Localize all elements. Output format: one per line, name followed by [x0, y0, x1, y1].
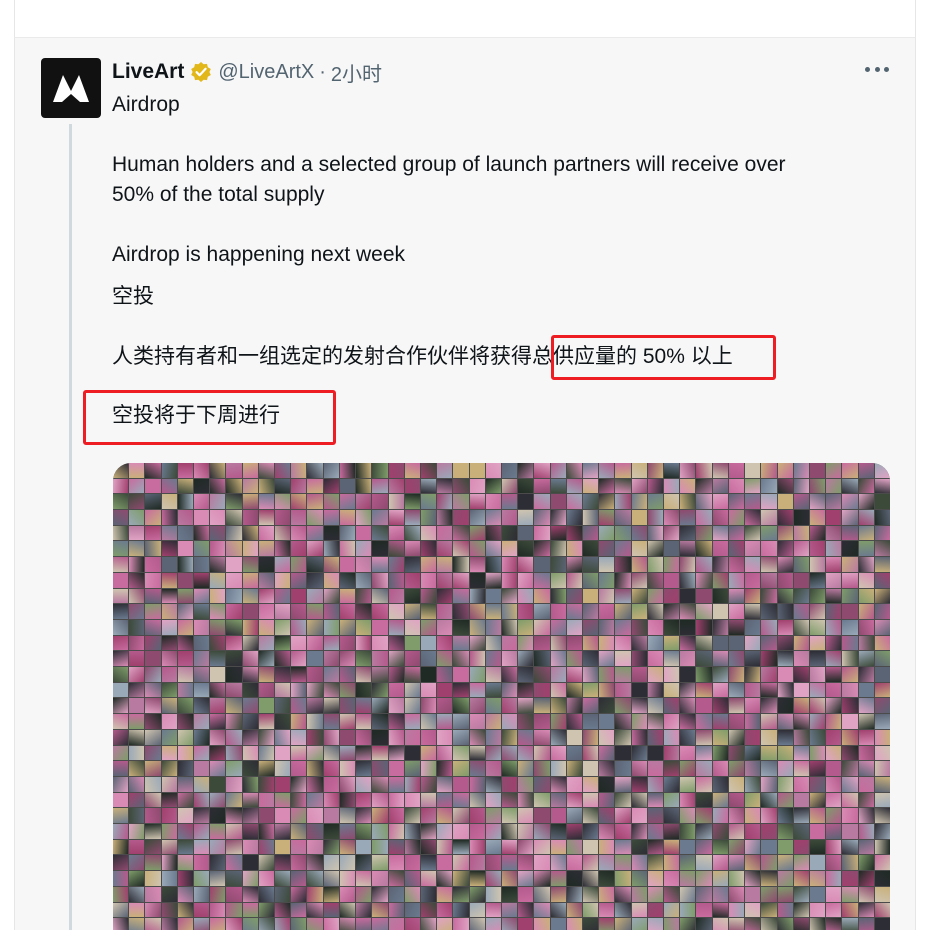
highlight-box-next-week	[83, 390, 336, 445]
more-options-icon[interactable]	[865, 64, 889, 74]
tweet-time[interactable]: 2小时	[331, 58, 382, 87]
nft-mosaic-image	[113, 463, 890, 930]
tweet-title: Airdrop	[112, 93, 180, 116]
tweet-header: LiveArt @LiveArtX · 2小时	[112, 58, 382, 86]
highlight-box-supply	[551, 335, 776, 380]
liveart-logo-icon	[53, 75, 89, 102]
tweet-card[interactable]: LiveArt @LiveArtX · 2小时 Airdrop Human ho…	[14, 38, 916, 930]
page: LiveArt @LiveArtX · 2小时 Airdrop Human ho…	[0, 0, 928, 930]
thread-line	[69, 124, 72, 930]
previous-tweet-edge	[14, 0, 916, 38]
tweet-line-en-3: Airdrop is happening next week	[112, 243, 406, 266]
tweet-line-en-1: Human holders and a selected group of la…	[112, 153, 786, 176]
tweet-line-en-2: 50% of the total supply	[112, 183, 325, 206]
tweet-media-image[interactable]	[113, 463, 890, 930]
user-handle[interactable]: @LiveArtX	[218, 61, 314, 84]
separator-dot: ·	[319, 60, 326, 83]
avatar[interactable]	[41, 58, 101, 118]
display-name[interactable]: LiveArt	[112, 60, 184, 84]
verified-badge-icon[interactable]	[190, 61, 212, 83]
tweet-zh-title: 空投	[112, 285, 154, 308]
